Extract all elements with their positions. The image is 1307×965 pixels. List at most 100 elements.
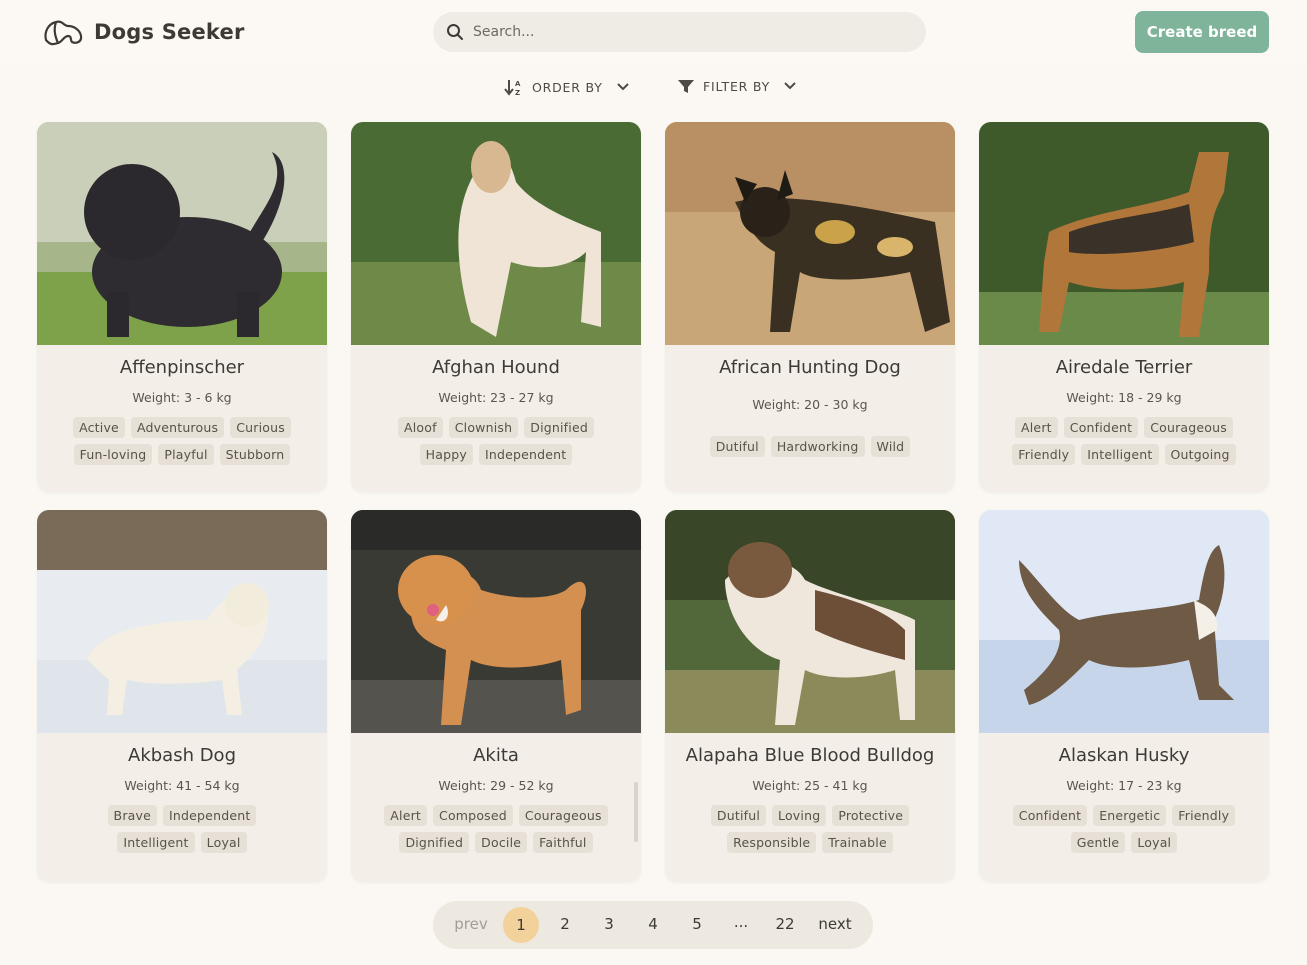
temperament-tag: Fun-loving	[73, 444, 153, 465]
page-4-button[interactable]: 4	[641, 915, 665, 933]
temperament-tag: Friendly	[1012, 444, 1076, 465]
filter-by-label: FILTER BY	[703, 78, 771, 94]
temperament-tag: Trainable	[822, 832, 893, 853]
breed-photo[interactable]	[979, 510, 1269, 733]
temperament-tag: Aloof	[398, 417, 443, 438]
breed-weight: Weight: 29 - 52 kg	[438, 778, 554, 793]
next-page-button[interactable]: next	[815, 915, 855, 933]
svg-text:Z: Z	[515, 89, 521, 96]
temperament-tag: Stubborn	[219, 444, 291, 465]
breed-photo[interactable]	[351, 122, 641, 345]
chevron-down-icon	[616, 83, 629, 91]
temperament-tag: Gentle	[1070, 832, 1126, 853]
breed-name: Akita	[473, 745, 519, 766]
temperament-tag: Alert	[1015, 417, 1058, 438]
breed-photo[interactable]	[665, 122, 955, 345]
temperament-tag: Playful	[158, 444, 214, 465]
breed-weight: Weight: 20 - 30 kg	[752, 397, 868, 412]
temperament-tag: Independent	[163, 805, 257, 826]
breed-card[interactable]: Airedale Terrier Weight: 18 - 29 kg Alert C…	[979, 122, 1269, 492]
temperament-tags: Aloof Clownish Dignified Happy Independent	[351, 417, 641, 465]
breed-name: African Hunting Dog	[719, 357, 901, 378]
temperament-tag: Adventurous	[130, 417, 225, 438]
temperament-tag: Responsible	[727, 832, 817, 853]
temperament-tag: Loyal	[1131, 832, 1178, 853]
breed-card[interactable]: Afghan Hound Weight: 23 - 27 kg Aloof Clown…	[351, 122, 641, 492]
breed-name: Affenpinscher	[119, 357, 245, 378]
temperament-tag: Dignified	[524, 417, 594, 438]
header: Dogs Seeker Create breed	[0, 0, 1307, 64]
breed-card[interactable]: African Hunting Dog Weight: 20 - 30 kg Dut…	[665, 122, 955, 492]
breed-card[interactable]: Akbash Dog Weight: 41 - 54 kg Brave Indepen…	[37, 510, 327, 882]
search-input[interactable]	[473, 24, 893, 40]
breed-name: Akbash Dog	[128, 745, 236, 766]
breed-name: Afghan Hound	[432, 357, 560, 378]
chevron-down-icon	[784, 82, 796, 90]
temperament-tags: Brave Independent Intelligent Loyal	[37, 805, 327, 853]
temperament-tags: Alert Composed Courageous Dignified Docile Fa…	[351, 805, 641, 853]
create-breed-button[interactable]: Create breed	[1135, 11, 1269, 53]
breed-photo[interactable]	[351, 510, 641, 733]
temperament-tags: Alert Confident Courageous Friendly Intellig…	[979, 417, 1269, 465]
card-scrollbar[interactable]	[634, 782, 638, 842]
temperament-tag: Alert	[384, 805, 428, 826]
order-by-dropdown[interactable]: A Z ORDER BY	[504, 78, 629, 96]
temperament-tag: Loving	[772, 805, 827, 826]
temperament-tag: Brave	[107, 805, 158, 826]
order-by-label: ORDER BY	[532, 79, 603, 95]
breed-name: Alaskan Husky	[1058, 745, 1190, 766]
app-title: Dogs Seeker	[94, 20, 245, 44]
temperament-tag: Dutiful	[710, 805, 767, 826]
breed-card[interactable]: Alapaha Blue Blood Bulldog Weight: 25 - 4…	[665, 510, 955, 882]
temperament-tag: Intelligent	[117, 832, 195, 853]
filter-by-dropdown[interactable]: FILTER BY	[677, 78, 796, 94]
breed-weight: Weight: 23 - 27 kg	[438, 390, 554, 405]
breed-weight: Weight: 18 - 29 kg	[1066, 390, 1182, 405]
breed-weight: Weight: 17 - 23 kg	[1066, 778, 1182, 793]
temperament-tags: Dutiful Loving Protective Responsible Traina…	[665, 805, 955, 853]
breed-weight: Weight: 25 - 41 kg	[752, 778, 868, 793]
prev-page-button[interactable]: prev	[451, 915, 491, 933]
breed-photo[interactable]	[979, 122, 1269, 345]
temperament-tags: Dutiful Hardworking Wild	[665, 436, 955, 457]
temperament-tag: Wild	[870, 436, 911, 457]
breed-name: Alapaha Blue Blood Bulldog	[685, 745, 935, 766]
breed-weight: Weight: 3 - 6 kg	[132, 390, 232, 405]
temperament-tag: Courageous	[518, 805, 608, 826]
breed-weight: Weight: 41 - 54 kg	[124, 778, 240, 793]
breed-card[interactable]: Affenpinscher Weight: 3 - 6 kg Active Adven…	[37, 122, 327, 492]
breed-card[interactable]: Akita Weight: 29 - 52 kg Alert Composed Cour…	[351, 510, 641, 882]
page-2-button[interactable]: 2	[553, 915, 577, 933]
temperament-tag: Independent	[478, 444, 573, 465]
breed-photo[interactable]	[37, 510, 327, 733]
temperament-tag: Confident	[1063, 417, 1139, 438]
page-5-button[interactable]: 5	[685, 915, 709, 933]
temperament-tags: Active Adventurous Curious Fun-loving Playfu…	[37, 417, 327, 465]
breed-photo[interactable]	[37, 122, 327, 345]
temperament-tag: Dutiful	[709, 436, 765, 457]
breed-card[interactable]: Alaskan Husky Weight: 17 - 23 kg Confident…	[979, 510, 1269, 882]
temperament-tag: Composed	[433, 805, 513, 826]
sort-icon: A Z	[504, 80, 521, 96]
svg-text:A: A	[515, 80, 521, 88]
temperament-tag: Clownish	[448, 417, 519, 438]
page-1-button[interactable]: 1	[503, 907, 539, 943]
temperament-tags: Confident Energetic Friendly Gentle Loyal	[979, 805, 1269, 853]
dog-logo-icon	[44, 20, 83, 46]
temperament-tag: Dignified	[399, 832, 470, 853]
temperament-tag: Courageous	[1144, 417, 1233, 438]
search-bar[interactable]	[433, 12, 926, 52]
page-ellipsis: ...	[733, 913, 749, 931]
temperament-tag: Intelligent	[1081, 444, 1159, 465]
temperament-tag: Faithful	[533, 832, 593, 853]
page-3-button[interactable]: 3	[597, 915, 621, 933]
logo[interactable]: Dogs Seeker	[42, 16, 245, 48]
temperament-tag: Energetic	[1093, 805, 1167, 826]
temperament-tag: Confident	[1012, 805, 1088, 826]
temperament-tag: Docile	[475, 832, 528, 853]
page-22-button[interactable]: 22	[771, 915, 799, 933]
filter-icon	[678, 80, 694, 93]
breed-photo[interactable]	[665, 510, 955, 733]
temperament-tag: Loyal	[200, 832, 247, 853]
breed-name: Airedale Terrier	[1055, 357, 1193, 378]
